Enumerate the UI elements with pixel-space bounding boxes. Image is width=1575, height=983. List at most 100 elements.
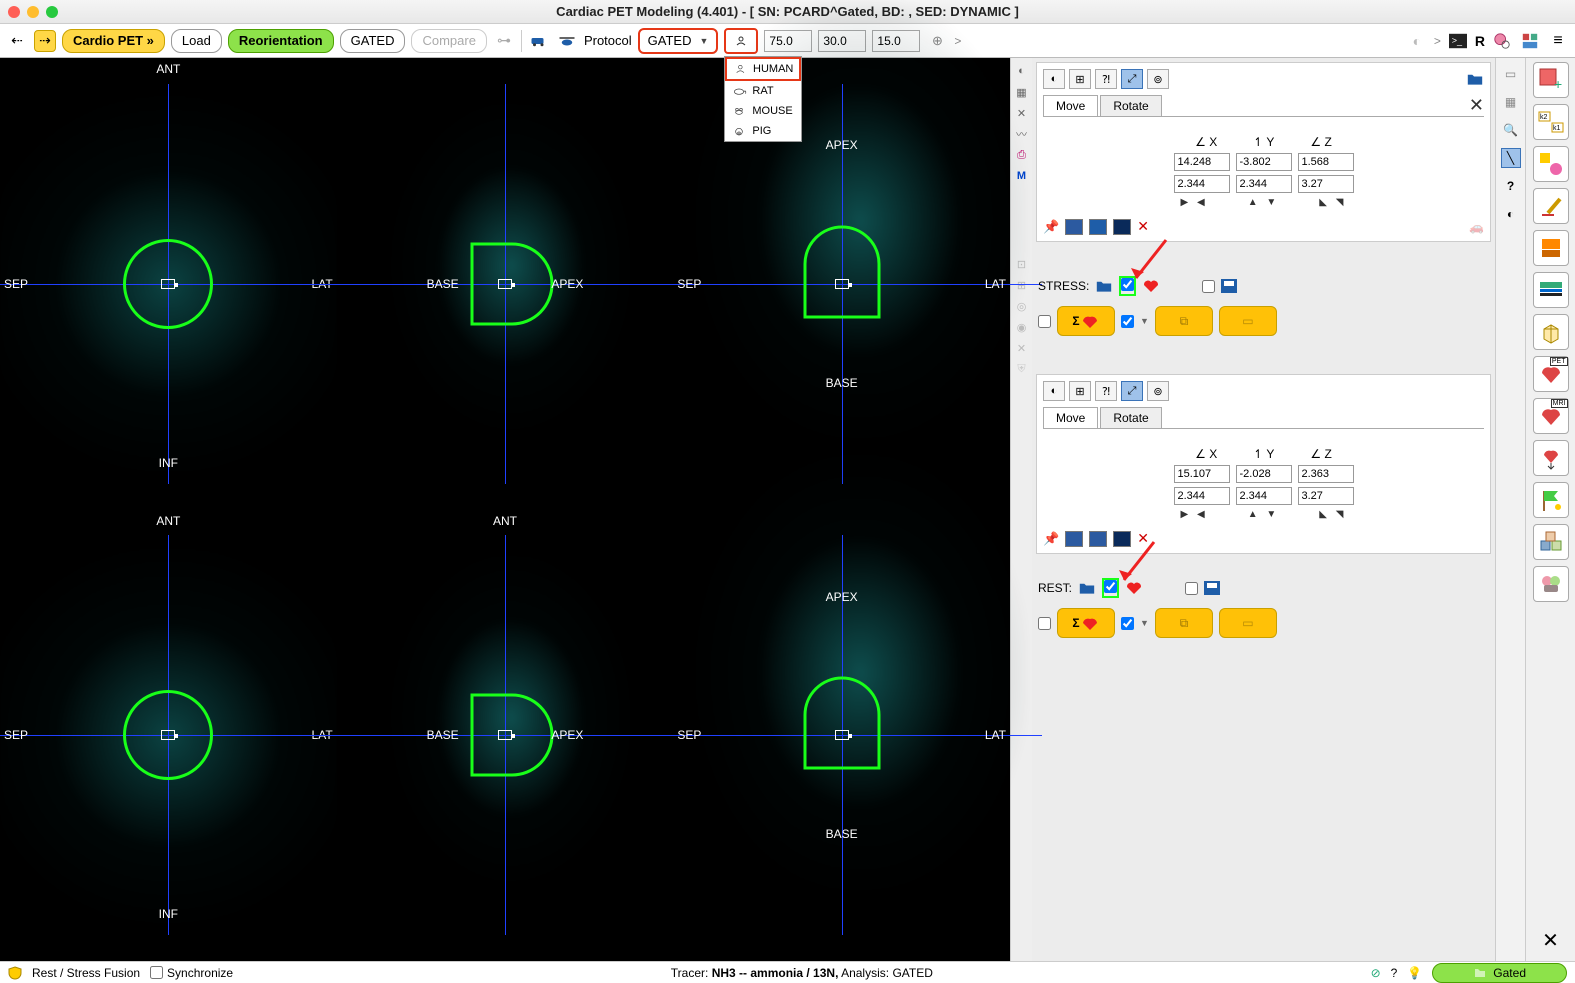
pin-icon[interactable]: 📌 <box>1043 219 1059 235</box>
rest-sigma-checkbox[interactable] <box>1038 617 1051 630</box>
stress-highlight-checkbox[interactable] <box>1119 276 1136 296</box>
rest-y2-input[interactable] <box>1236 487 1292 505</box>
rest-y-input[interactable] <box>1236 465 1292 483</box>
status-ok-icon[interactable]: ⊘ <box>1371 966 1381 980</box>
stress-y2-input[interactable] <box>1236 175 1292 193</box>
save-2-button-rest[interactable] <box>1089 531 1107 547</box>
r-label[interactable]: R <box>1475 33 1485 49</box>
mode-contrast-tab-rest[interactable]: ◐ <box>1043 381 1065 401</box>
tool-heart-pet[interactable]: PET <box>1533 356 1569 392</box>
panel-tool-contrast[interactable]: ◐ <box>1501 204 1521 224</box>
stress-z-input[interactable] <box>1298 153 1354 171</box>
tool-colorbar[interactable] <box>1533 272 1569 308</box>
car-icon[interactable] <box>528 30 550 52</box>
load-button[interactable]: Load <box>171 29 222 53</box>
mode-info-tab[interactable]: ⁈ <box>1095 69 1117 89</box>
tool-cubes[interactable] <box>1533 524 1569 560</box>
tool-heart-arrow[interactable] <box>1533 440 1569 476</box>
rest-blank-button[interactable]: ▭ <box>1219 608 1277 638</box>
delete-icon[interactable]: ✕ <box>1137 218 1151 235</box>
stress-sigma-checkbox[interactable] <box>1038 315 1051 328</box>
tool-orange[interactable] <box>1533 230 1569 266</box>
helicopter-icon[interactable] <box>556 30 578 52</box>
view-vla-rest[interactable]: ANT BASE APEX <box>337 510 674 962</box>
tab-move-rest[interactable]: Move <box>1043 407 1098 428</box>
panel-tool-help[interactable]: ? <box>1501 176 1521 196</box>
rest-z-input[interactable] <box>1298 465 1354 483</box>
rest-z2-input[interactable] <box>1298 487 1354 505</box>
layout-icon[interactable] <box>1519 30 1541 52</box>
stress-save-checkbox[interactable] <box>1202 280 1215 293</box>
stress-sigma-button[interactable]: Σ <box>1057 306 1115 336</box>
species-item-human[interactable]: HUMAN <box>725 57 801 81</box>
rest-x2-input[interactable] <box>1174 487 1230 505</box>
tool-cube[interactable] <box>1533 314 1569 350</box>
close-right-panel-icon[interactable]: ✕ <box>1534 920 1567 961</box>
tool-shapes[interactable] <box>1533 146 1569 182</box>
mode-chart-tab-rest[interactable]: ⤢ <box>1121 381 1143 401</box>
y-stepper-rest[interactable]: ▲ ▼ <box>1248 509 1280 520</box>
panel-tool-3[interactable]: 🔍 <box>1501 120 1521 140</box>
open-folder-icon[interactable] <box>1466 72 1484 86</box>
save-2-button[interactable] <box>1089 219 1107 235</box>
tool-k2k1[interactable]: k2k1 <box>1533 104 1569 140</box>
minimize-window-button[interactable] <box>27 6 39 18</box>
z-stepper[interactable]: ◣ ◥ <box>1319 197 1346 208</box>
stress-heart-icon[interactable] <box>1142 279 1160 293</box>
rest-save-checkbox[interactable] <box>1185 582 1198 595</box>
delete-icon-rest[interactable]: ✕ <box>1137 530 1151 547</box>
tool-red-plus[interactable]: + <box>1533 62 1569 98</box>
maximize-window-button[interactable] <box>46 6 58 18</box>
stress-cb2[interactable] <box>1121 315 1134 328</box>
nav-back-icon[interactable]: ⇠ <box>6 30 28 52</box>
rest-heart-icon[interactable] <box>1125 581 1143 595</box>
x-stepper[interactable]: ▶ ◀ <box>1181 197 1208 208</box>
species-item-rat[interactable]: RAT <box>725 81 801 101</box>
mode-chart-tab[interactable]: ⤢ <box>1121 69 1143 89</box>
species-item-pig[interactable]: PIG <box>725 121 801 141</box>
stress-save-icon[interactable] <box>1221 279 1237 293</box>
stress-link-button[interactable]: ⧉ <box>1155 306 1213 336</box>
rest-sigma-button[interactable]: Σ <box>1057 608 1115 638</box>
panel-tool-4[interactable]: ╲ <box>1501 148 1521 168</box>
toggle-button-rest[interactable] <box>1113 531 1131 547</box>
stress-open-icon[interactable] <box>1095 279 1113 293</box>
rest-highlight-checkbox[interactable] <box>1102 578 1119 598</box>
tab-move[interactable]: Move <box>1043 95 1098 116</box>
reorientation-button[interactable]: Reorientation <box>228 29 334 53</box>
mode-contrast-tab[interactable]: ◐ <box>1043 69 1065 89</box>
gated-button[interactable]: GATED <box>340 29 406 53</box>
stress-z2-input[interactable] <box>1298 175 1354 193</box>
menu-icon[interactable]: ≡ <box>1547 30 1569 52</box>
rest-save-icon[interactable] <box>1204 581 1220 595</box>
save-1-button-rest[interactable] <box>1065 531 1083 547</box>
pin-icon-rest[interactable]: 📌 <box>1043 531 1059 547</box>
x-stepper-rest[interactable]: ▶ ◀ <box>1181 509 1208 520</box>
toggle-button[interactable] <box>1113 219 1131 235</box>
terminal-icon[interactable]: >_ <box>1447 30 1469 52</box>
tool-flag[interactable] <box>1533 482 1569 518</box>
panel-tool-1[interactable]: ▭ <box>1501 64 1521 84</box>
synchronize-checkbox[interactable]: Synchronize <box>150 966 233 980</box>
stress-blank-button[interactable]: ▭ <box>1219 306 1277 336</box>
view-vla-stress[interactable]: BASE APEX <box>337 58 674 510</box>
rest-open-icon[interactable] <box>1078 581 1096 595</box>
mode-info-tab-rest[interactable]: ⁈ <box>1095 381 1117 401</box>
view-hla-rest[interactable]: APEX LAT BASE SEP <box>673 510 1010 962</box>
mode-target-tab-rest[interactable]: ⊚ <box>1147 381 1169 401</box>
mode-grid-tab[interactable]: ⊞ <box>1069 69 1091 89</box>
rest-cb2[interactable] <box>1121 617 1134 630</box>
nav-forward-icon[interactable]: ⇢ <box>34 30 56 52</box>
y-stepper[interactable]: ▲ ▼ <box>1248 197 1280 208</box>
tool-heart-mri[interactable]: MRI <box>1533 398 1569 434</box>
tool-pencil[interactable] <box>1533 188 1569 224</box>
close-panel-icon[interactable]: ✕ <box>1469 95 1484 116</box>
panel-tool-2[interactable]: ▦ <box>1501 92 1521 112</box>
rest-link-button[interactable]: ⧉ <box>1155 608 1213 638</box>
mode-target-tab[interactable]: ⊚ <box>1147 69 1169 89</box>
tab-rotate[interactable]: Rotate <box>1100 95 1161 116</box>
view-sa-stress[interactable]: ANT LAT INF SEP <box>0 58 337 510</box>
status-help-icon[interactable]: ? <box>1391 966 1398 980</box>
mode-grid-tab-rest[interactable]: ⊞ <box>1069 381 1091 401</box>
brain-settings-icon[interactable] <box>1491 30 1513 52</box>
